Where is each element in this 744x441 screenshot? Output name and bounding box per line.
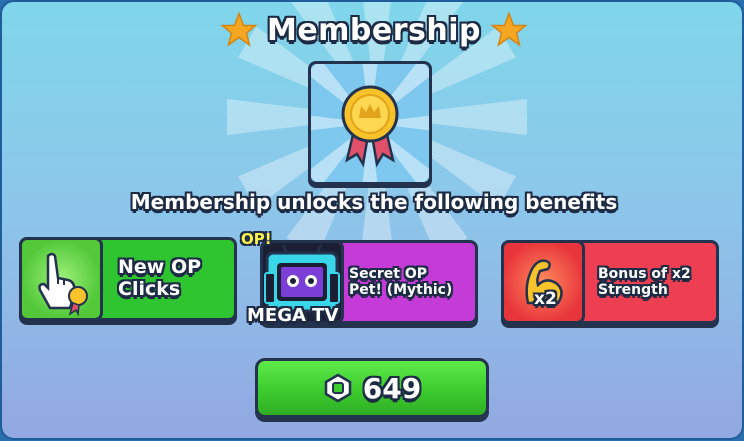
pointing-hand-medal-icon xyxy=(19,237,103,321)
benefit-card-op-clicks: New OP Clicks xyxy=(19,237,237,321)
star-icon xyxy=(491,12,528,47)
membership-dialog: Membership Membership unlocks the follow… xyxy=(0,0,744,440)
benefit-label: New OP Clicks xyxy=(118,240,201,318)
robux-icon xyxy=(324,373,352,403)
benefit-label-line1: New OP xyxy=(118,256,202,279)
benefit-label-line2: Strength xyxy=(598,282,668,298)
membership-medal-icon xyxy=(308,61,432,185)
pet-name: MEGA TV xyxy=(247,305,339,326)
benefit-label-line2: Pet! (Mythic) xyxy=(349,282,453,298)
medal-icon xyxy=(311,64,429,182)
op-tag: OP! xyxy=(241,230,272,248)
benefit-label: Bonus of x2 Strength xyxy=(598,243,691,321)
benefit-label-line1: Bonus of x2 xyxy=(598,265,691,282)
benefit-label: Secret OP Pet! (Mythic) xyxy=(349,243,452,321)
x2-badge: x2 xyxy=(534,289,557,309)
title-text: Membership xyxy=(266,12,482,48)
benefits-subtitle: Membership unlocks the following benefit… xyxy=(130,190,618,214)
purchase-button[interactable]: 649 xyxy=(255,358,489,418)
dialog-title: Membership xyxy=(2,10,742,50)
star-icon xyxy=(220,12,257,47)
benefit-label-line2: Clicks xyxy=(118,278,181,300)
benefit-card-strength: x2 Bonus of x2 Strength xyxy=(501,240,719,324)
flexed-arm-icon xyxy=(501,240,585,324)
price-label: 649 xyxy=(362,371,422,405)
benefit-label-line1: Secret OP xyxy=(349,265,428,282)
